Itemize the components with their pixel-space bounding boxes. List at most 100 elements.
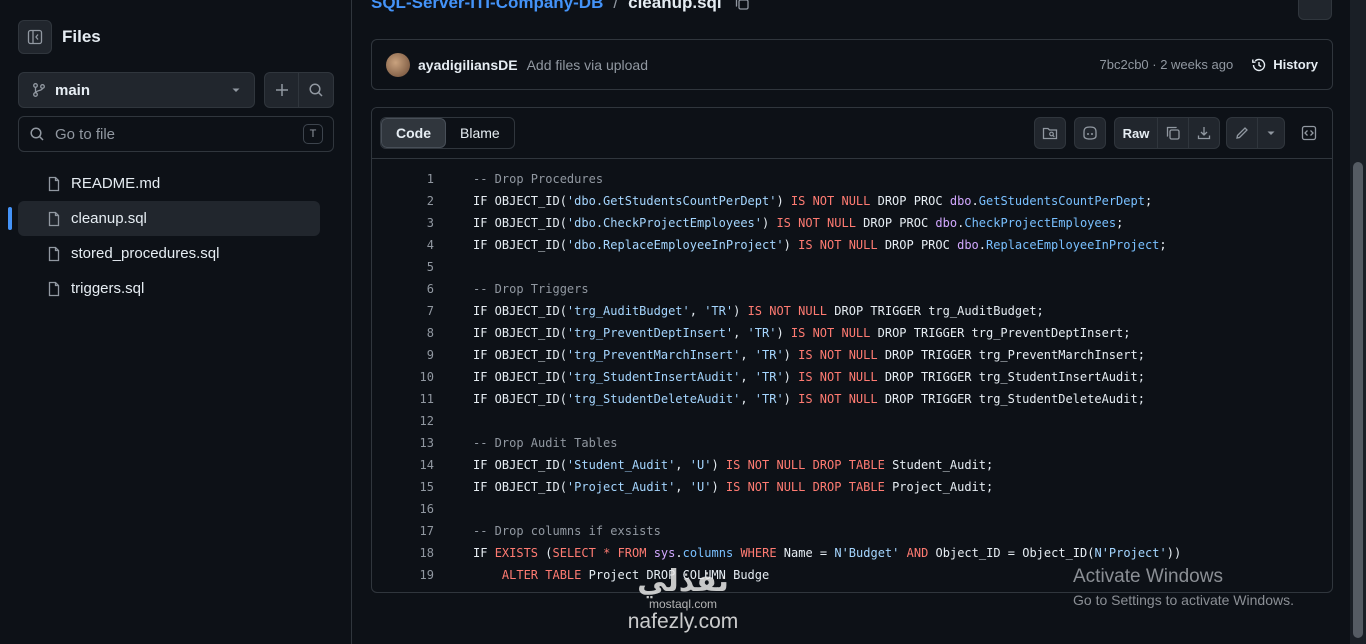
code-line: 4 IF OBJECT_ID('dbo.ReplaceEmployeeInProj… — [372, 234, 1332, 256]
symbols-panel-button[interactable] — [1293, 117, 1325, 149]
copy-raw-button[interactable] — [1157, 117, 1189, 149]
line-number[interactable]: 1 — [372, 172, 434, 186]
collapse-panel-button[interactable] — [18, 20, 52, 54]
breadcrumb-repo-link[interactable]: SQL-Server-ITI-Company-DB — [371, 0, 603, 13]
code-line: 6 -- Drop Triggers — [372, 278, 1332, 300]
code-square-icon — [1301, 125, 1317, 141]
line-number[interactable]: 10 — [372, 370, 434, 384]
code-text: IF OBJECT_ID('dbo.CheckProjectEmployees'… — [473, 216, 1124, 230]
add-file-button[interactable] — [264, 72, 300, 108]
watermark-small-text: mostaql.com — [648, 597, 718, 611]
breadcrumb-separator: / — [613, 0, 619, 12]
file-icon — [48, 281, 60, 296]
code-line: 9 IF OBJECT_ID('trg_PreventMarchInsert', … — [372, 344, 1332, 366]
symbols-button[interactable] — [1034, 117, 1066, 149]
edit-button[interactable] — [1226, 117, 1258, 149]
line-number[interactable]: 12 — [372, 414, 434, 428]
more-options-button[interactable] — [1298, 0, 1332, 20]
code-text: IF OBJECT_ID('Student_Audit', 'U') IS NO… — [473, 458, 994, 472]
raw-button[interactable]: Raw — [1114, 117, 1158, 149]
file-name: triggers.sql — [71, 280, 145, 297]
file-tree-item-stored-procedures[interactable]: stored_procedures.sql — [18, 236, 320, 271]
file-tree: README.md cleanup.sql stored_procedures.… — [8, 166, 320, 306]
line-number[interactable]: 3 — [372, 216, 434, 230]
line-number[interactable]: 6 — [372, 282, 434, 296]
file-icon — [48, 176, 60, 191]
file-tree-item-cleanup[interactable]: cleanup.sql — [8, 201, 320, 236]
code-line: 12 — [372, 410, 1332, 432]
scrollbar-thumb[interactable] — [1353, 162, 1363, 638]
commit-author[interactable]: ayadigiliansDE — [418, 57, 518, 73]
edit-dropdown-button[interactable] — [1257, 117, 1285, 149]
commit-message[interactable]: Add files via upload — [527, 57, 1100, 73]
code-line: 14 IF OBJECT_ID('Student_Audit', 'U') IS … — [372, 454, 1332, 476]
code-line: 5 — [372, 256, 1332, 278]
code-line: 17 -- Drop columns if exsists — [372, 520, 1332, 542]
line-number[interactable]: 5 — [372, 260, 434, 274]
code-line: 3 IF OBJECT_ID('dbo.CheckProjectEmployees… — [372, 212, 1332, 234]
copilot-button[interactable] — [1074, 117, 1106, 149]
code-text: -- Drop columns if exsists — [473, 524, 661, 538]
file-tree-item-triggers[interactable]: triggers.sql — [18, 271, 320, 306]
file-name: cleanup.sql — [71, 210, 147, 227]
line-number[interactable]: 18 — [372, 546, 434, 560]
history-button[interactable]: History — [1251, 57, 1318, 73]
chevron-down-icon — [1267, 131, 1275, 135]
shortcut-key-badge: T — [303, 124, 323, 144]
download-button[interactable] — [1188, 117, 1220, 149]
code-text: -- Drop Triggers — [473, 282, 589, 296]
line-number[interactable]: 14 — [372, 458, 434, 472]
line-number[interactable]: 17 — [372, 524, 434, 538]
code-line: 2 IF OBJECT_ID('dbo.GetStudentsCountPerDe… — [372, 190, 1332, 212]
sidebar-collapse-icon — [27, 29, 43, 45]
line-number[interactable]: 2 — [372, 194, 434, 208]
breadcrumb: SQL-Server-ITI-Company-DB / cleanup.sql — [371, 0, 750, 14]
code-line: 1 -- Drop Procedures — [372, 168, 1332, 190]
copy-path-icon[interactable] — [734, 0, 750, 11]
line-number[interactable]: 8 — [372, 326, 434, 340]
file-icon — [48, 246, 60, 261]
file-viewer: Code Blame Raw 1-- Drop Procedures 2IF — [371, 107, 1333, 593]
file-name: stored_procedures.sql — [71, 245, 220, 262]
file-tree-item-readme[interactable]: README.md — [18, 166, 320, 201]
code-text: IF OBJECT_ID('trg_StudentInsertAudit', '… — [473, 370, 1145, 384]
branch-selector[interactable]: main — [18, 72, 255, 108]
code-text: IF OBJECT_ID('dbo.ReplaceEmployeeInProje… — [473, 238, 1167, 252]
page-scrollbar[interactable] — [1350, 0, 1366, 644]
sidebar-header: Files — [18, 20, 101, 54]
tab-code[interactable]: Code — [381, 118, 446, 148]
code-text: IF OBJECT_ID('trg_StudentDeleteAudit', '… — [473, 392, 1145, 406]
line-number[interactable]: 9 — [372, 348, 434, 362]
line-number[interactable]: 11 — [372, 392, 434, 406]
line-number[interactable]: 19 — [372, 568, 434, 582]
pencil-icon — [1236, 127, 1248, 139]
line-number[interactable]: 4 — [372, 238, 434, 252]
watermark-url: nafezly.com — [627, 610, 739, 633]
file-tree-sidebar: Files main Go to file T README.md cleanu… — [0, 0, 352, 644]
activate-windows-title: Activate Windows — [1073, 566, 1223, 587]
breadcrumb-file-name: cleanup.sql — [628, 0, 722, 12]
download-icon — [1197, 127, 1211, 140]
latest-commit-bar: ayadigiliansDE Add files via upload 7bc2… — [371, 39, 1333, 90]
code-text: IF OBJECT_ID('trg_PreventMarchInsert', '… — [473, 348, 1145, 362]
watermark-arabic-logo: نفذلي — [637, 565, 729, 598]
tab-blame[interactable]: Blame — [446, 118, 514, 148]
line-number[interactable]: 16 — [372, 502, 434, 516]
history-label: History — [1273, 57, 1318, 72]
activate-windows-subtitle: Go to Settings to activate Windows. — [1073, 592, 1294, 608]
avatar[interactable] — [386, 52, 410, 77]
line-number[interactable]: 7 — [372, 304, 434, 318]
commit-hash-and-time[interactable]: 7bc2cb0 · 2 weeks ago — [1100, 57, 1234, 72]
chevron-down-icon — [232, 88, 240, 92]
code-text: IF OBJECT_ID('trg_AuditBudget', 'TR') IS… — [473, 304, 1044, 318]
code-text: IF OBJECT_ID('Project_Audit', 'U') IS NO… — [473, 480, 994, 494]
code-text: IF OBJECT_ID('trg_PreventDeptInsert', 'T… — [473, 326, 1131, 340]
file-icon — [48, 211, 60, 226]
code-line: 8 IF OBJECT_ID('trg_PreventDeptInsert', '… — [372, 322, 1332, 344]
copilot-icon — [1083, 126, 1097, 140]
code-text: -- Drop Audit Tables — [473, 436, 618, 450]
go-to-file-input[interactable]: Go to file T — [18, 116, 334, 152]
line-number[interactable]: 13 — [372, 436, 434, 450]
search-repo-button[interactable] — [298, 72, 334, 108]
line-number[interactable]: 15 — [372, 480, 434, 494]
